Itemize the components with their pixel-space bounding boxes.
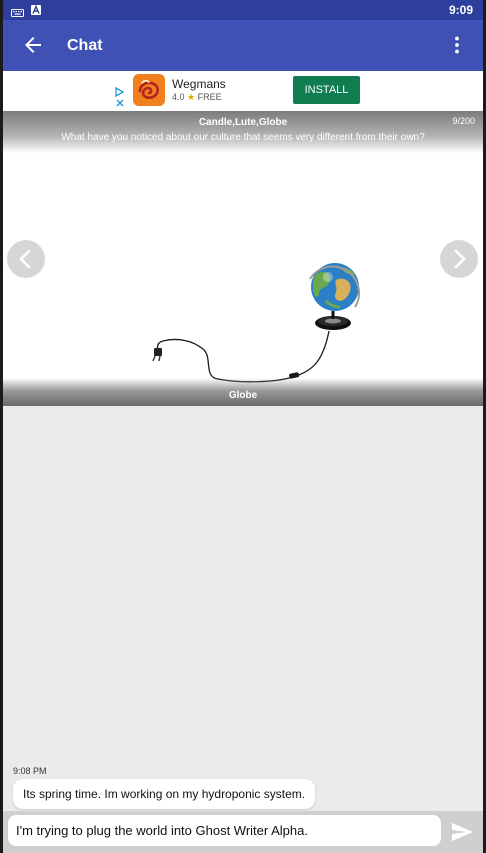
prompt-question: What have you noticed about our culture … (61, 132, 425, 143)
message-input[interactable] (8, 815, 441, 846)
image-caption: Globe (228, 390, 258, 401)
keyboard-icon (11, 5, 24, 17)
back-button[interactable] (21, 33, 45, 57)
star-icon: ★ (187, 92, 196, 102)
prompt-card: Candle,Lute,Globe 9/200 What have you no… (3, 111, 483, 406)
app-bar: Chat (3, 20, 483, 71)
more-vert-icon (455, 36, 459, 54)
a-icon (31, 5, 41, 15)
page-title: Chat (67, 37, 103, 54)
arrow-back-icon (25, 37, 41, 53)
ad-banner[interactable]: Wegmans 4.0 ★ FREE INSTALL (3, 71, 483, 111)
chevron-right-icon (454, 249, 466, 269)
app-screen: 9:09 Chat Wegmans 4.0 ★ FREE INSTALL Can… (3, 0, 483, 853)
ad-rating: 4.0 ★ FREE (172, 92, 222, 103)
globe-image (152, 263, 360, 383)
wegmans-app-icon[interactable] (133, 74, 165, 106)
ad-app-name: Wegmans (172, 77, 226, 91)
status-bar: 9:09 (3, 0, 483, 20)
message-timestamp: 9:08 PM (13, 766, 47, 776)
overflow-menu-button[interactable] (445, 33, 469, 57)
chat-message[interactable]: Its spring time. Im working on my hydrop… (13, 779, 316, 809)
composer-bar (3, 811, 483, 853)
send-button[interactable] (450, 820, 474, 844)
previous-prompt-button[interactable] (7, 240, 45, 278)
status-time: 9:09 (448, 3, 473, 17)
ad-choices-icon[interactable] (115, 86, 125, 109)
next-prompt-button[interactable] (440, 240, 478, 278)
send-icon (452, 823, 473, 841)
prompt-counter: 9/200 (452, 116, 475, 126)
install-button[interactable]: INSTALL (293, 76, 360, 104)
chevron-left-icon (19, 249, 31, 269)
ad-price: FREE (197, 92, 222, 102)
prompt-words: Candle,Lute,Globe (198, 117, 288, 128)
ad-rating-value: 4.0 (172, 92, 185, 102)
